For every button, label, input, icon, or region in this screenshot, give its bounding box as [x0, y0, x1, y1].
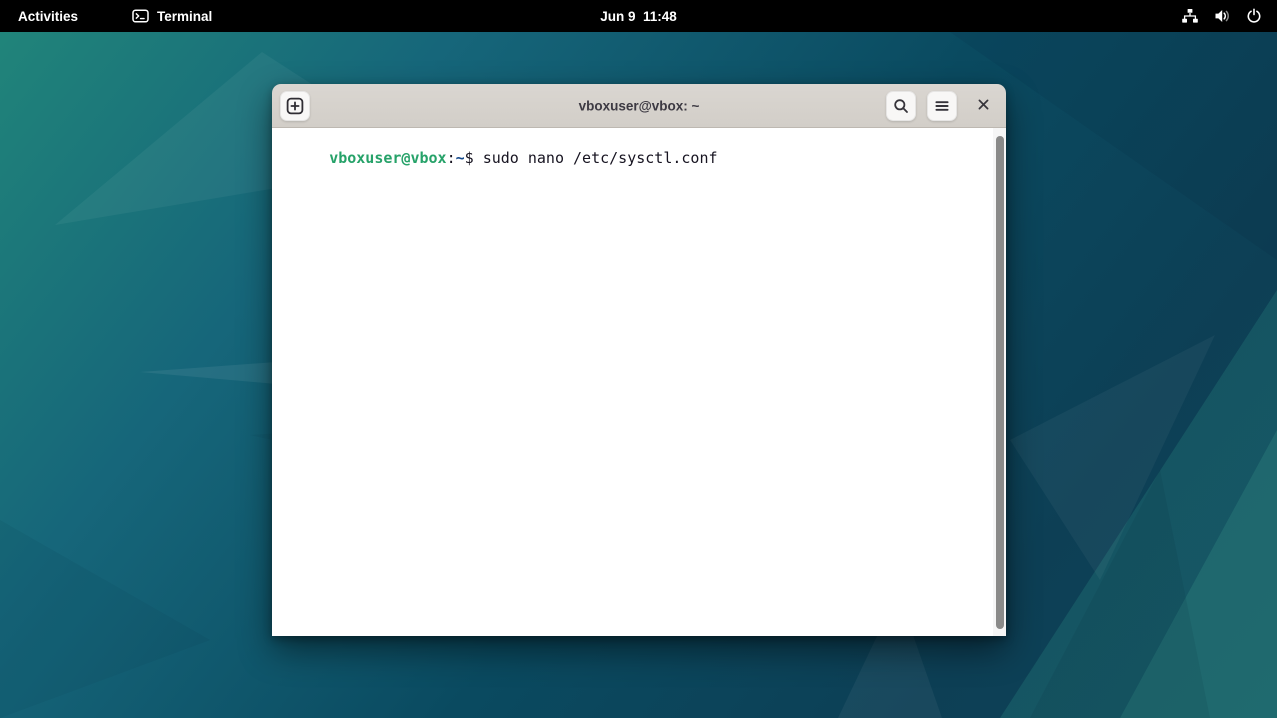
menu-button[interactable] — [927, 91, 957, 121]
search-button[interactable] — [886, 91, 916, 121]
terminal-content[interactable]: vboxuser@vbox:~$ sudo nano /etc/sysctl.co… — [272, 128, 1006, 636]
typed-command: sudo nano /etc/sysctl.conf — [483, 149, 718, 167]
titlebar-actions — [886, 91, 998, 121]
prompt-user-host: vboxuser@vbox — [329, 149, 446, 167]
volume-icon — [1214, 8, 1231, 24]
new-tab-button[interactable] — [280, 91, 310, 121]
titlebar[interactable]: vboxuser@vbox: ~ — [272, 84, 1006, 128]
terminal-window: vboxuser@vbox: ~ — [272, 84, 1006, 636]
network-wired-icon — [1181, 8, 1199, 24]
prompt-colon: : — [447, 149, 456, 167]
system-tray[interactable] — [1166, 0, 1277, 32]
close-button[interactable] — [968, 91, 998, 121]
app-menu-label: Terminal — [157, 9, 212, 24]
top-bar: Activities Terminal Jun 9 11:48 — [0, 0, 1277, 32]
clock[interactable]: Jun 9 11:48 — [600, 0, 677, 32]
scrollbar-thumb[interactable] — [996, 136, 1004, 629]
scrollbar-track[interactable] — [993, 128, 1006, 636]
prompt-dollar: $ — [465, 149, 474, 167]
prompt-path: ~ — [456, 149, 465, 167]
terminal-icon — [132, 8, 149, 24]
power-icon — [1246, 8, 1262, 24]
app-menu-button[interactable]: Terminal — [120, 0, 224, 32]
window-title: vboxuser@vbox: ~ — [579, 98, 700, 113]
activities-button[interactable]: Activities — [0, 0, 96, 32]
terminal-prompt-line: vboxuser@vbox:~$ sudo nano /etc/sysctl.co… — [275, 133, 990, 184]
new-tab-icon — [286, 97, 304, 115]
close-icon — [977, 98, 990, 114]
menu-icon — [934, 98, 950, 114]
search-icon — [893, 98, 909, 114]
top-bar-left: Activities Terminal — [0, 0, 224, 32]
